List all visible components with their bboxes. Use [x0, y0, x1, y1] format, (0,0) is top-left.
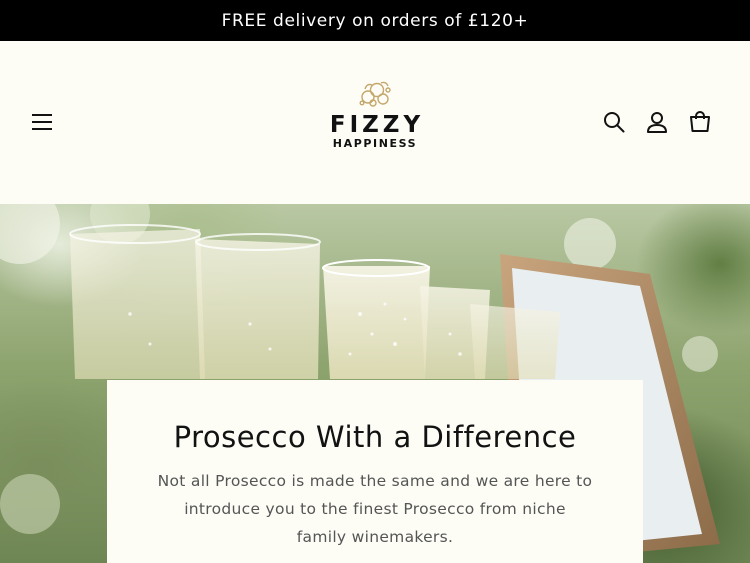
- announcement-bar: FREE delivery on orders of £120+: [0, 0, 750, 41]
- logo-link[interactable]: FIZZY HAPPINESS: [315, 79, 435, 161]
- account-button[interactable]: [639, 104, 675, 140]
- search-icon: [604, 112, 625, 133]
- cart-icon: [690, 111, 710, 132]
- logo-mark-icon: [359, 81, 391, 107]
- user-icon: [647, 112, 667, 133]
- search-button[interactable]: [596, 104, 632, 140]
- menu-button[interactable]: [24, 104, 60, 140]
- announcement-text: FREE delivery on orders of £120+: [221, 10, 529, 31]
- cart-button[interactable]: [682, 104, 718, 140]
- site-header: FIZZY HAPPINESS: [0, 41, 750, 204]
- logo-subtitle: HAPPINESS: [332, 137, 418, 150]
- hero-heading: Prosecco With a Difference: [173, 420, 577, 454]
- hero-description: Not all Prosecco is made the same and we…: [157, 472, 593, 546]
- hero-card: Prosecco With a Difference Not all Prose…: [107, 380, 643, 563]
- logo-title: FIZZY: [329, 112, 425, 138]
- menu-icon: [32, 114, 52, 130]
